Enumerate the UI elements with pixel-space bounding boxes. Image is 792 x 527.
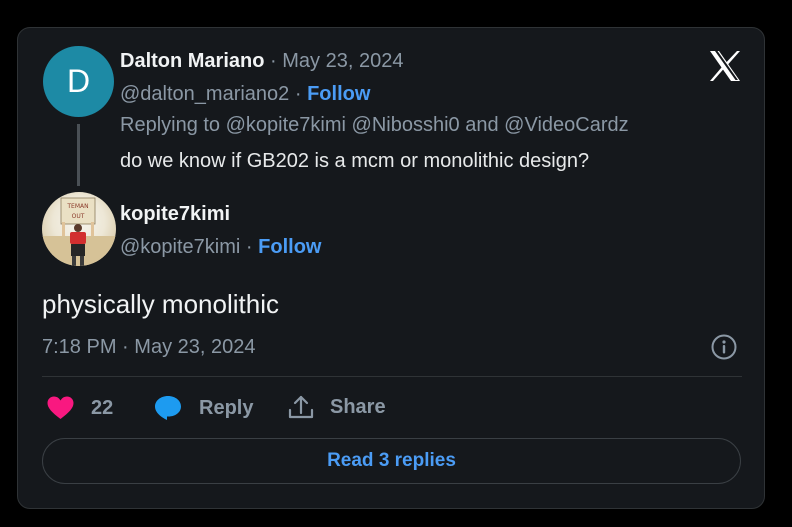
quoted-text: do we know if GB202 is a mcm or monolith… <box>120 150 590 172</box>
share-label: Share <box>330 395 386 418</box>
tweet-date: May 23, 2024 <box>134 336 256 358</box>
read-replies-button[interactable]: Read 3 replies <box>42 438 741 484</box>
thread-connector-line <box>77 124 80 186</box>
reply-label: Reply <box>199 396 254 419</box>
mention-link[interactable]: @Nibosshi0 <box>352 114 460 136</box>
divider <box>42 376 742 377</box>
share-icon <box>288 395 314 419</box>
separator-dot: · <box>294 83 302 105</box>
and-word: and <box>465 114 499 136</box>
follow-button[interactable]: Follow <box>307 83 370 105</box>
x-logo-icon[interactable] <box>708 50 742 82</box>
read-replies-label: Read 3 replies <box>327 450 456 471</box>
heart-icon <box>47 396 74 419</box>
sign-text: TEMAN <box>66 203 88 210</box>
separator-dot: · <box>270 50 277 72</box>
reply-button[interactable]: Reply <box>154 395 253 421</box>
tweet-text: physically monolithic <box>42 289 279 319</box>
share-button[interactable]: Share <box>288 394 386 420</box>
replying-to-line: Replying to @kopite7kimi @Nibosshi0 and … <box>120 114 629 137</box>
separator-dot: · <box>245 236 253 258</box>
like-button[interactable]: 22 <box>47 396 113 420</box>
quoted-date[interactable]: May 23, 2024 <box>282 50 403 72</box>
mention-link[interactable]: @VideoCardz <box>504 114 628 136</box>
info-icon[interactable] <box>710 333 738 361</box>
reply-bubble-icon <box>155 396 181 420</box>
quoted-handle-row: @dalton_mariano2 · Follow <box>120 83 370 106</box>
quoted-author-name[interactable]: Dalton Mariano <box>120 50 264 72</box>
mention-link[interactable]: @kopite7kimi <box>226 114 346 136</box>
sign-text: OUT <box>72 213 85 220</box>
replying-prefix: Replying to <box>120 114 221 136</box>
avatar[interactable]: D <box>43 46 114 117</box>
reply-handle[interactable]: @kopite7kimi <box>120 236 240 258</box>
follow-button[interactable]: Follow <box>258 236 321 258</box>
reply-author-name[interactable]: kopite7kimi <box>120 203 230 226</box>
avatar-letter: D <box>66 63 91 99</box>
tweet-timestamp[interactable]: 7:18 PM · May 23, 2024 <box>42 336 255 359</box>
quoted-header: Dalton Mariano · May 23, 2024 <box>120 50 403 73</box>
avatar-photo: TEMAN OUT <box>42 197 116 266</box>
like-count: 22 <box>91 396 114 419</box>
tweet-time: 7:18 PM <box>42 336 117 358</box>
separator-dot: · <box>122 336 129 358</box>
reply-handle-row: @kopite7kimi · Follow <box>120 236 321 259</box>
avatar[interactable]: TEMAN OUT <box>42 192 116 266</box>
quoted-handle[interactable]: @dalton_mariano2 <box>120 83 289 105</box>
